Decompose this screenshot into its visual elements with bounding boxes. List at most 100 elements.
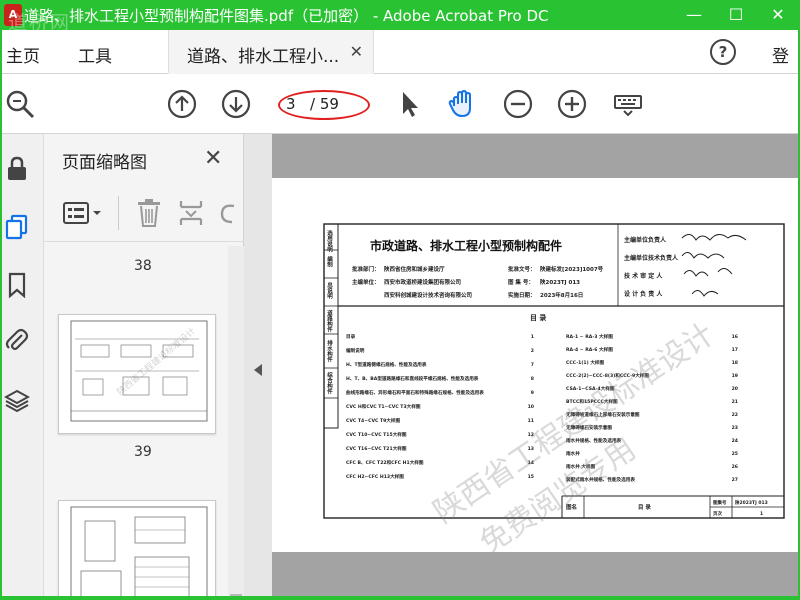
page-thumbnails-panel: 页面缩略图 ✕ 38 陕西省工程建设标准设计 39 [44,134,244,600]
thumbnail-page-40[interactable] [58,500,216,600]
help-button[interactable]: ? [710,39,736,65]
toc-page-number: 2 [531,348,534,354]
toc-page-number: 23 [732,425,738,431]
toc-entry: CFC H2~CFC H13大样图 [346,473,404,480]
close-window-button[interactable]: ✕ [760,2,796,28]
side-label: 编制 [326,255,333,269]
pdf-page-drawing: 选用说明 编制 总说明 道路构件 排水构件 综合构件 市政道路、排水工程小型预制… [323,223,785,561]
impl-date-label: 实施日期： [508,291,536,299]
thumbnails-panel-close-button[interactable]: ✕ [204,146,222,171]
footer-page-label: 页次 [713,510,722,517]
main-toolbar: / 59 [0,74,800,134]
hand-icon[interactable] [446,88,478,120]
red-annotation-ellipse [278,90,370,120]
toc-page-number: 26 [732,464,738,470]
chief-unit-label: 主编单位： [352,278,380,286]
toc-page-number: 25 [732,451,738,457]
thumbnail-page-39[interactable]: 陕西省工程建设标准设计 [58,314,216,434]
toc-page-number: 22 [732,412,738,418]
side-label: 总说明 [326,281,333,300]
window-frame-bottom [0,596,800,600]
toc-page-number: 7 [531,362,534,368]
toc-page-number: 11 [528,418,534,424]
document-tab[interactable]: 道路、排水工程小... ✕ [168,30,374,74]
window-title: 道路、排水工程小型预制构配件图集.pdf（已加密） - Adobe Acroba… [24,7,549,25]
toc-entry: RA-1 ~ RA-3 大样图 [566,333,613,340]
toc-page-number: 10 [528,404,534,410]
toc-entry: H、T、B、BA型道路路缘石和直线段平缘石规格、性能及选用表 [346,375,479,382]
minimize-button[interactable]: — [676,2,712,28]
lock-icon[interactable] [4,156,30,182]
svg-text:陕西省工程建设标准设计: 陕西省工程建设标准设计 [114,325,198,398]
signatures [681,234,747,297]
toc-entry: CVC T4~CVC T9大样图 [346,417,400,424]
trash-icon[interactable] [136,198,162,228]
approval-dept-label: 批准部门： [352,265,380,273]
keyboard-icon[interactable] [612,88,644,120]
bookmark-icon[interactable] [4,272,30,298]
rotate-page-icon[interactable] [218,200,238,226]
side-label: 道路构件 [326,309,333,334]
role-label: 主编单位负责人 [624,236,667,244]
document-viewer[interactable]: 选用说明 编制 总说明 道路构件 排水构件 综合构件 市政道路、排水工程小型预制… [272,134,800,600]
toc-page-number: 1 [531,334,534,340]
login-button[interactable]: 登 [772,42,789,67]
left-tool-rail [0,134,44,600]
approval-no: 陕建标发[2023]1007号 [540,265,604,273]
toc-entry: CVC T16~CVC T21大样图 [346,445,407,452]
window-frame-left [0,0,2,600]
toc-entry: 目录 [346,333,356,340]
thumbnail-page-number: 39 [134,444,152,460]
zoom-icon[interactable] [4,88,36,120]
footer-name: 目 录 [638,503,651,511]
approval-dept: 陕西省住房和城乡建设厅 [384,265,445,273]
footer-atlas-label: 图集号 [713,499,727,506]
toc-entry: CVC T10~CVC T15大样图 [346,431,407,438]
menu-tools[interactable]: 工具 [78,42,112,67]
atlas-no: 陕2023TJ 013 [540,278,580,286]
page-up-icon[interactable] [166,88,198,120]
toc-page-number: 24 [732,438,738,444]
window-title-bar: A 道路、排水工程小型预制构配件图集.pdf（已加密） - Adobe Acro… [0,0,800,34]
toc-page-number: 8 [531,376,534,382]
page-down-icon[interactable] [220,88,252,120]
menu-home[interactable]: 主页 [6,42,40,67]
role-label: 设 计 负 责 人 [624,290,663,298]
toc-entry: RA-4 ~ RA-6 大样图 [566,346,613,353]
approval-no-label: 批准文号： [508,265,536,273]
page-thumbnails-icon[interactable] [4,214,30,240]
toc-page-number: 21 [732,399,738,405]
toc-page-number: 9 [531,390,534,396]
toc-page-number: 17 [732,347,738,353]
toolbar-separator [118,196,119,230]
extract-pages-icon[interactable] [178,198,204,228]
select-arrow-icon[interactable] [394,88,426,120]
toc-page-number: 27 [732,477,738,483]
zoom-out-icon[interactable] [502,88,534,120]
co-unit: 西安科创城建设计技术咨询有限公司 [384,291,472,299]
layers-icon[interactable] [4,388,30,414]
pdf-page: 选用说明 编制 总说明 道路构件 排水构件 综合构件 市政道路、排水工程小型预制… [272,178,800,561]
attachment-icon[interactable] [4,328,30,354]
thumbnails-toolbar [44,188,244,242]
thumbnail-page-number: 38 [134,258,152,274]
thumbnails-panel-title: 页面缩略图 [62,153,147,173]
toc-entry: 曲线形路缘石、异形缘石和平面石和特殊路缘石规格、性能及选用表 [346,389,484,396]
role-label: 技 术 审 定 人 [624,272,663,280]
toc-entry: 编制说明 [346,347,365,354]
document-tab-label: 道路、排水工程小... [187,47,340,67]
toc-entry: CVC H和CVC T1~CVC T3大样图 [346,403,421,410]
maximize-button[interactable]: ☐ [718,2,754,28]
toc-entry: H、T型道路侧缘石规格、性能及选用表 [346,361,427,368]
document-tab-close-button[interactable]: ✕ [350,42,363,61]
footer-page: 1 [760,511,763,517]
toc-entry: 雨水井 [566,450,580,457]
toc-entry: CCC-1(1) 大样图 [566,359,605,366]
collapse-arrow-icon [254,364,262,376]
panel-collapse-handle[interactable] [244,134,272,600]
impl-date: 2023年8月16日 [540,291,583,299]
thumbnail-scrollbar[interactable] [228,246,244,600]
thumbnail-options-menu[interactable] [62,200,104,226]
zoom-in-icon[interactable] [556,88,588,120]
toc-page-number: 16 [732,334,738,340]
